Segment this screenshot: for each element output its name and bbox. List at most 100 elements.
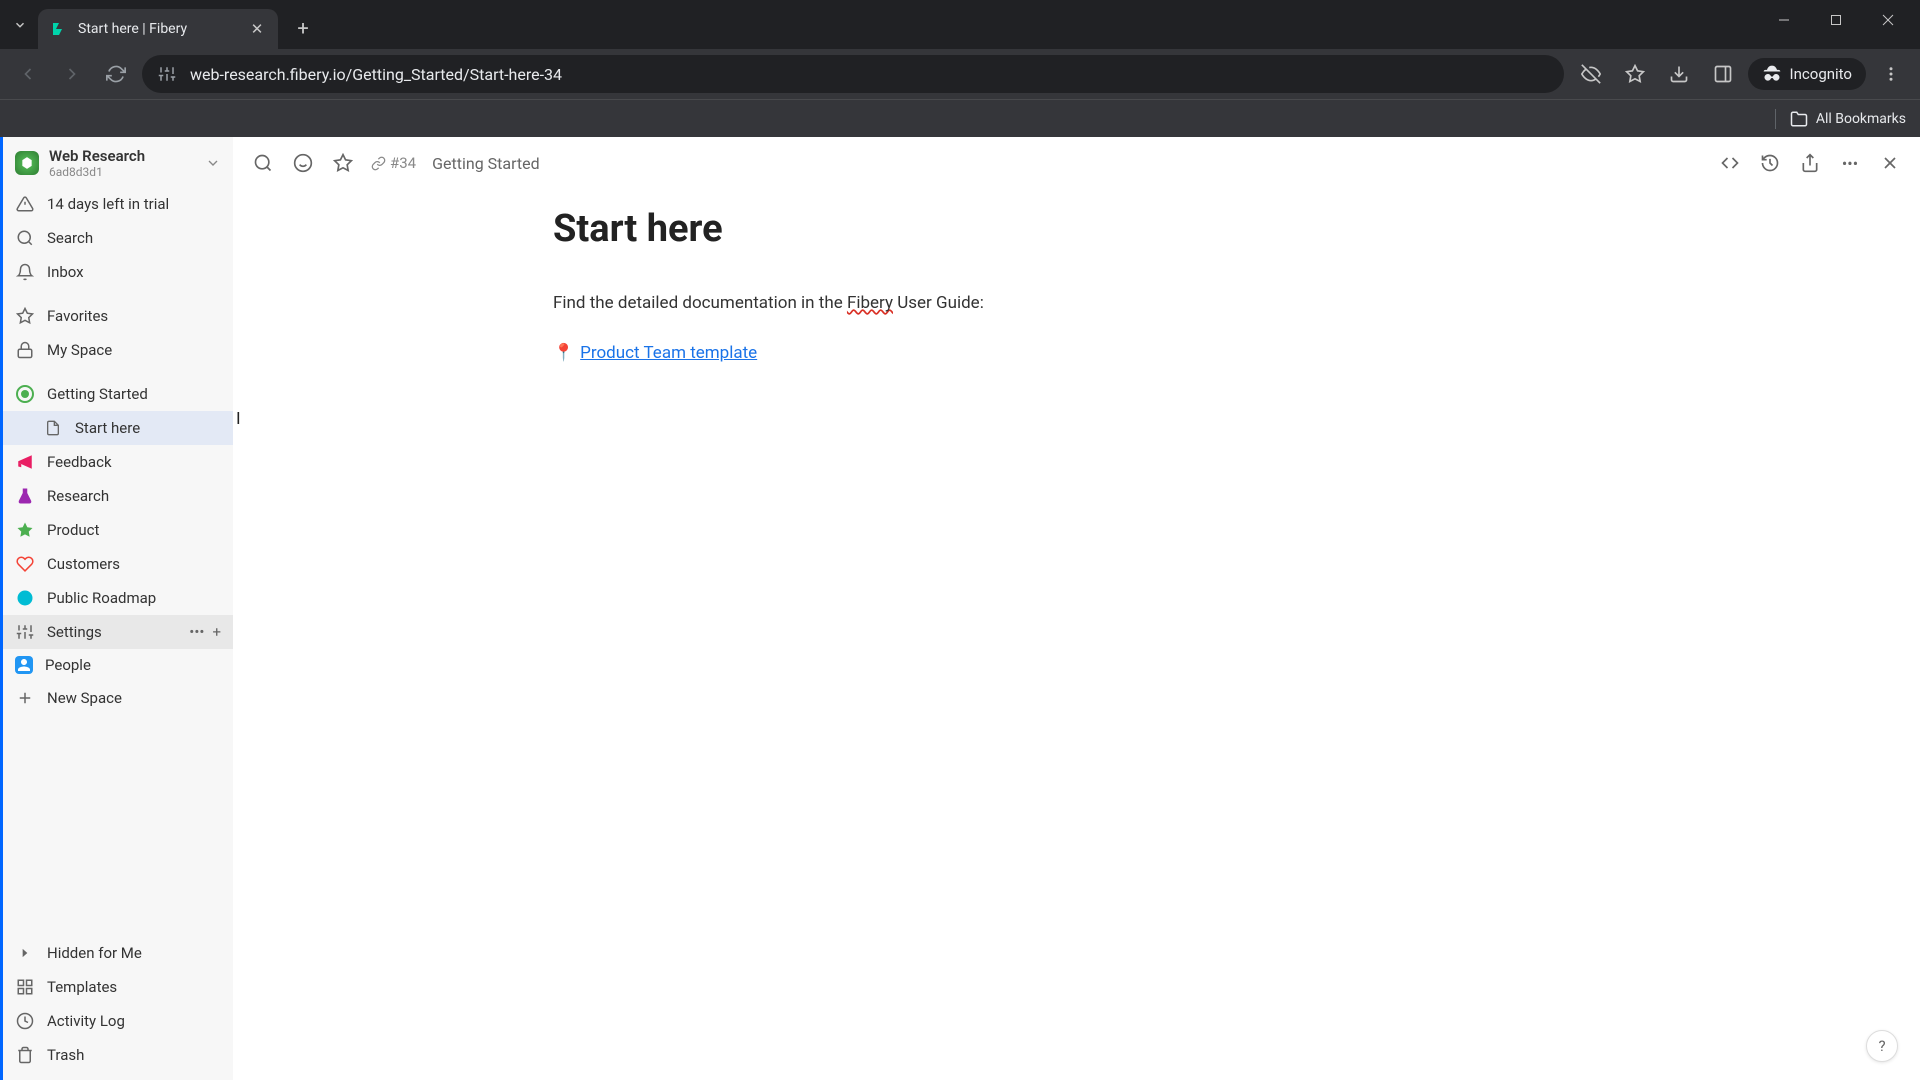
sidebar-item-label: People xyxy=(45,656,91,674)
browser-toolbar: web-research.fibery.io/Getting_Started/S… xyxy=(0,49,1920,99)
bookmarks-separator xyxy=(1775,109,1776,129)
page-link[interactable]: 📍 Product Team template xyxy=(553,343,757,363)
sidebar-item-label: Feedback xyxy=(47,453,112,471)
expand-icon[interactable] xyxy=(1718,151,1742,175)
sidebar-item-new-space[interactable]: New Space xyxy=(3,681,233,715)
bookmark-star-icon[interactable] xyxy=(1616,55,1654,93)
sidebar-item-start-here[interactable]: Start here xyxy=(3,411,233,445)
browser-titlebar: Start here | Fibery ✕ + xyxy=(0,0,1920,49)
maximize-button[interactable] xyxy=(1812,4,1860,36)
sidebar-item-research[interactable]: Research xyxy=(3,479,233,513)
sidebar-item-getting-started[interactable]: Getting Started xyxy=(3,377,233,411)
back-button[interactable] xyxy=(10,56,46,92)
intro-underlined: Fibery xyxy=(847,293,893,313)
sidebar-item-customers[interactable]: Customers xyxy=(3,547,233,581)
page-intro-text[interactable]: Find the detailed documentation in the F… xyxy=(553,293,1920,313)
browser-tab-active[interactable]: Start here | Fibery ✕ xyxy=(38,9,278,49)
warning-icon xyxy=(15,194,35,214)
sidebar-item-label: Trash xyxy=(47,1046,84,1064)
trash-icon xyxy=(15,1045,35,1065)
workspace-id: 6ad8d3d1 xyxy=(49,165,195,179)
incognito-label: Incognito xyxy=(1790,65,1852,83)
more-options-icon[interactable]: ••• xyxy=(1838,151,1862,175)
sidebar-item-search[interactable]: Search xyxy=(3,221,233,255)
fibery-favicon-icon xyxy=(50,20,68,38)
sidebar-item-people[interactable]: People xyxy=(3,649,233,681)
all-bookmarks-button[interactable]: All Bookmarks xyxy=(1790,110,1906,128)
content-body[interactable]: Start here Find the detailed documentati… xyxy=(233,189,1920,1080)
star-icon xyxy=(15,306,35,326)
globe-icon xyxy=(15,588,35,608)
site-settings-icon[interactable] xyxy=(158,65,176,83)
sidebar-item-label: Search xyxy=(47,229,93,247)
sidebar-item-label: Inbox xyxy=(47,263,84,281)
product-team-template-link[interactable]: Product Team template xyxy=(580,343,757,363)
sidebar-item-label: Templates xyxy=(47,978,117,996)
workspace-name: Web Research xyxy=(49,147,195,165)
sidebar-item-my-space[interactable]: My Space xyxy=(3,333,233,367)
user-icon xyxy=(15,656,33,674)
help-button[interactable]: ? xyxy=(1866,1030,1898,1062)
tab-title: Start here | Fibery xyxy=(78,21,238,37)
sidebar-item-label: Settings xyxy=(47,623,102,641)
sidebar-item-inbox[interactable]: Inbox xyxy=(3,255,233,289)
sidebar-item-trial[interactable]: 14 days left in trial xyxy=(3,187,233,221)
caret-right-icon xyxy=(15,943,35,963)
entity-id[interactable]: #34 xyxy=(371,154,416,172)
search-in-page-icon[interactable] xyxy=(251,151,275,175)
intro-before: Find the detailed documentation in the xyxy=(553,293,847,313)
sidebar-item-label: Activity Log xyxy=(47,1012,125,1030)
sidebar-item-settings[interactable]: Settings ••• + xyxy=(3,615,233,649)
plus-icon xyxy=(15,688,35,708)
sidebar-item-templates[interactable]: Templates xyxy=(3,970,233,1004)
download-icon[interactable] xyxy=(1660,55,1698,93)
window-controls xyxy=(1760,0,1912,40)
side-panel-icon[interactable] xyxy=(1704,55,1742,93)
pin-emoji-icon: 📍 xyxy=(553,343,574,363)
forward-button[interactable] xyxy=(54,56,90,92)
folder-icon xyxy=(1790,110,1808,128)
sidebar-item-label: Customers xyxy=(47,555,120,573)
tab-close-icon[interactable]: ✕ xyxy=(248,20,266,38)
favorite-star-icon[interactable] xyxy=(331,151,355,175)
sidebar-item-label: My Space xyxy=(47,341,112,359)
emoji-icon[interactable] xyxy=(291,151,315,175)
document-icon xyxy=(43,418,63,438)
clock-icon xyxy=(15,1011,35,1031)
sidebar-item-label: Product xyxy=(47,521,99,539)
all-bookmarks-label: All Bookmarks xyxy=(1816,111,1906,127)
page-title[interactable]: Start here xyxy=(553,207,1920,251)
sidebar-item-product[interactable]: Product xyxy=(3,513,233,547)
sidebar-item-public-roadmap[interactable]: Public Roadmap xyxy=(3,581,233,615)
share-icon[interactable] xyxy=(1798,151,1822,175)
sidebar-item-trash[interactable]: Trash xyxy=(3,1038,233,1072)
content-header: #34 Getting Started ••• xyxy=(233,137,1920,189)
sidebar-item-activity-log[interactable]: Activity Log xyxy=(3,1004,233,1038)
minimize-button[interactable] xyxy=(1760,4,1808,36)
sidebar-item-label: Research xyxy=(47,487,109,505)
chrome-menu-icon[interactable] xyxy=(1872,55,1910,93)
sidebar-item-label: Start here xyxy=(75,419,140,437)
tab-search-dropdown[interactable] xyxy=(8,13,32,37)
megaphone-icon xyxy=(15,452,35,472)
sidebar-item-favorites[interactable]: Favorites xyxy=(3,299,233,333)
flask-icon xyxy=(15,486,35,506)
history-icon[interactable] xyxy=(1758,151,1782,175)
intro-after: User Guide: xyxy=(893,293,984,313)
sidebar-item-feedback[interactable]: Feedback xyxy=(3,445,233,479)
tracking-icon[interactable] xyxy=(1572,55,1610,93)
more-icon[interactable]: ••• xyxy=(189,623,204,641)
sidebar-item-label: 14 days left in trial xyxy=(47,195,169,213)
chevron-down-icon xyxy=(205,155,221,171)
address-bar[interactable]: web-research.fibery.io/Getting_Started/S… xyxy=(142,55,1564,93)
sidebar-item-hidden[interactable]: Hidden for Me xyxy=(3,936,233,970)
bookmarks-bar: All Bookmarks xyxy=(0,99,1920,137)
close-panel-icon[interactable] xyxy=(1878,151,1902,175)
workspace-switcher[interactable]: Web Research 6ad8d3d1 xyxy=(3,137,233,187)
incognito-badge[interactable]: Incognito xyxy=(1748,58,1866,90)
new-tab-button[interactable]: + xyxy=(288,13,318,43)
close-window-button[interactable] xyxy=(1864,4,1912,36)
breadcrumb[interactable]: Getting Started xyxy=(432,154,540,173)
plus-icon[interactable]: + xyxy=(212,623,221,641)
reload-button[interactable] xyxy=(98,56,134,92)
